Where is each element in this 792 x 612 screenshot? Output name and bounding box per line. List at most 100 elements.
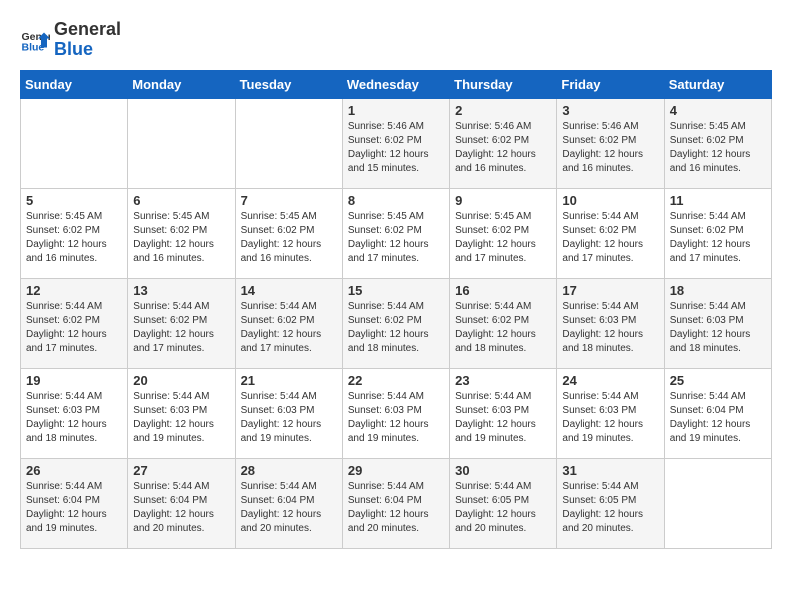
svg-text:Blue: Blue bbox=[22, 41, 45, 53]
logo-text: GeneralBlue bbox=[54, 20, 121, 60]
day-number: 27 bbox=[133, 463, 229, 478]
calendar-cell: 28Sunrise: 5:44 AMSunset: 6:04 PMDayligh… bbox=[235, 458, 342, 548]
day-info: Sunrise: 5:45 AMSunset: 6:02 PMDaylight:… bbox=[133, 210, 229, 266]
day-info: Sunrise: 5:46 AMSunset: 6:02 PMDaylight:… bbox=[562, 120, 658, 176]
weekday-header-sunday: Sunday bbox=[21, 70, 128, 98]
calendar-cell: 17 Sunrise: 5:44 AMSunset: 6:03 PMDayligh… bbox=[557, 278, 664, 368]
calendar-week-row: 1Sunrise: 5:46 AMSunset: 6:02 PMDaylight… bbox=[21, 98, 772, 188]
day-number: 8 bbox=[348, 193, 444, 208]
day-info: Sunrise: 5:44 AMSunset: 6:02 PMDaylight:… bbox=[562, 210, 658, 266]
weekday-header-row: SundayMondayTuesdayWednesdayThursdayFrid… bbox=[21, 70, 772, 98]
day-info: Sunrise: 5:45 AMSunset: 6:02 PMDaylight:… bbox=[455, 210, 551, 266]
weekday-header-friday: Friday bbox=[557, 70, 664, 98]
day-number: 21 bbox=[241, 373, 337, 388]
calendar-cell: 27 Sunrise: 5:44 AMSunset: 6:04 PMDayligh… bbox=[128, 458, 235, 548]
calendar-cell bbox=[664, 458, 771, 548]
day-info: Sunrise: 5:45 AMSunset: 6:02 PMDaylight:… bbox=[26, 210, 122, 266]
day-number: 28 bbox=[241, 463, 337, 478]
calendar-cell: 23 Sunrise: 5:44 AMSunset: 6:03 PMDayligh… bbox=[450, 368, 557, 458]
day-info: Sunrise: 5:46 AMSunset: 6:02 PMDaylight:… bbox=[455, 120, 551, 176]
day-info: Sunrise: 5:44 AMSunset: 6:03 PMDaylight:… bbox=[562, 390, 658, 446]
day-number: 15 bbox=[348, 283, 444, 298]
day-number: 22 bbox=[348, 373, 444, 388]
day-info: Sunrise: 5:44 AMSunset: 6:04 PMDaylight:… bbox=[670, 390, 766, 446]
day-info: Sunrise: 5:44 AMSunset: 6:03 PMDaylight:… bbox=[133, 390, 229, 446]
day-info: Sunrise: 5:45 AMSunset: 6:02 PMDaylight:… bbox=[241, 210, 337, 266]
day-number: 10 bbox=[562, 193, 658, 208]
calendar-week-row: 12 Sunrise: 5:44 AMSunset: 6:02 PMDayligh… bbox=[21, 278, 772, 368]
day-number: 16 bbox=[455, 283, 551, 298]
page-header: General Blue GeneralBlue bbox=[20, 20, 772, 60]
day-info: Sunrise: 5:44 AMSunset: 6:02 PMDaylight:… bbox=[348, 300, 444, 356]
calendar-cell: 24 Sunrise: 5:44 AMSunset: 6:03 PMDayligh… bbox=[557, 368, 664, 458]
day-info: Sunrise: 5:44 AMSunset: 6:02 PMDaylight:… bbox=[241, 300, 337, 356]
day-info: Sunrise: 5:44 AMSunset: 6:02 PMDaylight:… bbox=[26, 300, 122, 356]
calendar-cell: 29 Sunrise: 5:44 AMSunset: 6:04 PMDayligh… bbox=[342, 458, 449, 548]
calendar-cell: 16 Sunrise: 5:44 AMSunset: 6:02 PMDayligh… bbox=[450, 278, 557, 368]
weekday-header-monday: Monday bbox=[128, 70, 235, 98]
calendar-cell: 18Sunrise: 5:44 AMSunset: 6:03 PMDayligh… bbox=[664, 278, 771, 368]
day-info: Sunrise: 5:44 AMSunset: 6:02 PMDaylight:… bbox=[133, 300, 229, 356]
day-number: 14 bbox=[241, 283, 337, 298]
weekday-header-tuesday: Tuesday bbox=[235, 70, 342, 98]
day-number: 4 bbox=[670, 103, 766, 118]
calendar-cell: 30Sunrise: 5:44 AMSunset: 6:05 PMDayligh… bbox=[450, 458, 557, 548]
day-number: 24 bbox=[562, 373, 658, 388]
day-number: 2 bbox=[455, 103, 551, 118]
calendar-cell: 6 Sunrise: 5:45 AMSunset: 6:02 PMDaylight… bbox=[128, 188, 235, 278]
day-number: 31 bbox=[562, 463, 658, 478]
day-info: Sunrise: 5:44 AMSunset: 6:04 PMDaylight:… bbox=[133, 480, 229, 536]
calendar-cell: 22Sunrise: 5:44 AMSunset: 6:03 PMDayligh… bbox=[342, 368, 449, 458]
day-number: 9 bbox=[455, 193, 551, 208]
calendar-cell: 10 Sunrise: 5:44 AMSunset: 6:02 PMDayligh… bbox=[557, 188, 664, 278]
calendar-cell: 4Sunrise: 5:45 AMSunset: 6:02 PMDaylight… bbox=[664, 98, 771, 188]
calendar-cell: 11Sunrise: 5:44 AMSunset: 6:02 PMDayligh… bbox=[664, 188, 771, 278]
day-info: Sunrise: 5:44 AMSunset: 6:03 PMDaylight:… bbox=[562, 300, 658, 356]
day-info: Sunrise: 5:44 AMSunset: 6:03 PMDaylight:… bbox=[26, 390, 122, 446]
calendar-cell: 9 Sunrise: 5:45 AMSunset: 6:02 PMDaylight… bbox=[450, 188, 557, 278]
day-info: Sunrise: 5:44 AMSunset: 6:04 PMDaylight:… bbox=[348, 480, 444, 536]
day-number: 19 bbox=[26, 373, 122, 388]
calendar-cell: 3 Sunrise: 5:46 AMSunset: 6:02 PMDaylight… bbox=[557, 98, 664, 188]
day-number: 26 bbox=[26, 463, 122, 478]
calendar-cell: 15 Sunrise: 5:44 AMSunset: 6:02 PMDayligh… bbox=[342, 278, 449, 368]
day-number: 12 bbox=[26, 283, 122, 298]
weekday-header-wednesday: Wednesday bbox=[342, 70, 449, 98]
day-info: Sunrise: 5:44 AMSunset: 6:05 PMDaylight:… bbox=[562, 480, 658, 536]
calendar-cell: 1Sunrise: 5:46 AMSunset: 6:02 PMDaylight… bbox=[342, 98, 449, 188]
calendar-cell: 2 Sunrise: 5:46 AMSunset: 6:02 PMDaylight… bbox=[450, 98, 557, 188]
calendar-cell: 20 Sunrise: 5:44 AMSunset: 6:03 PMDayligh… bbox=[128, 368, 235, 458]
calendar-table: SundayMondayTuesdayWednesdayThursdayFrid… bbox=[20, 70, 772, 549]
calendar-cell: 8 Sunrise: 5:45 AMSunset: 6:02 PMDaylight… bbox=[342, 188, 449, 278]
calendar-cell: 12 Sunrise: 5:44 AMSunset: 6:02 PMDayligh… bbox=[21, 278, 128, 368]
day-info: Sunrise: 5:44 AMSunset: 6:02 PMDaylight:… bbox=[670, 210, 766, 266]
day-info: Sunrise: 5:45 AMSunset: 6:02 PMDaylight:… bbox=[348, 210, 444, 266]
calendar-cell bbox=[21, 98, 128, 188]
calendar-cell: 14 Sunrise: 5:44 AMSunset: 6:02 PMDayligh… bbox=[235, 278, 342, 368]
calendar-week-row: 5 Sunrise: 5:45 AMSunset: 6:02 PMDaylight… bbox=[21, 188, 772, 278]
day-info: Sunrise: 5:44 AMSunset: 6:03 PMDaylight:… bbox=[670, 300, 766, 356]
calendar-cell bbox=[128, 98, 235, 188]
logo-icon: General Blue bbox=[20, 25, 50, 55]
calendar-cell: 21 Sunrise: 5:44 AMSunset: 6:03 PMDayligh… bbox=[235, 368, 342, 458]
calendar-cell: 5 Sunrise: 5:45 AMSunset: 6:02 PMDaylight… bbox=[21, 188, 128, 278]
day-info: Sunrise: 5:44 AMSunset: 6:02 PMDaylight:… bbox=[455, 300, 551, 356]
day-number: 6 bbox=[133, 193, 229, 208]
day-number: 23 bbox=[455, 373, 551, 388]
day-number: 29 bbox=[348, 463, 444, 478]
calendar-cell: 25Sunrise: 5:44 AMSunset: 6:04 PMDayligh… bbox=[664, 368, 771, 458]
weekday-header-thursday: Thursday bbox=[450, 70, 557, 98]
day-number: 5 bbox=[26, 193, 122, 208]
day-info: Sunrise: 5:44 AMSunset: 6:03 PMDaylight:… bbox=[241, 390, 337, 446]
day-info: Sunrise: 5:46 AMSunset: 6:02 PMDaylight:… bbox=[348, 120, 444, 176]
calendar-cell bbox=[235, 98, 342, 188]
day-info: Sunrise: 5:44 AMSunset: 6:03 PMDaylight:… bbox=[455, 390, 551, 446]
calendar-cell: 13Sunrise: 5:44 AMSunset: 6:02 PMDayligh… bbox=[128, 278, 235, 368]
calendar-week-row: 19 Sunrise: 5:44 AMSunset: 6:03 PMDayligh… bbox=[21, 368, 772, 458]
day-number: 17 bbox=[562, 283, 658, 298]
calendar-cell: 26Sunrise: 5:44 AMSunset: 6:04 PMDayligh… bbox=[21, 458, 128, 548]
calendar-cell: 19 Sunrise: 5:44 AMSunset: 6:03 PMDayligh… bbox=[21, 368, 128, 458]
weekday-header-saturday: Saturday bbox=[664, 70, 771, 98]
day-number: 20 bbox=[133, 373, 229, 388]
day-number: 3 bbox=[562, 103, 658, 118]
